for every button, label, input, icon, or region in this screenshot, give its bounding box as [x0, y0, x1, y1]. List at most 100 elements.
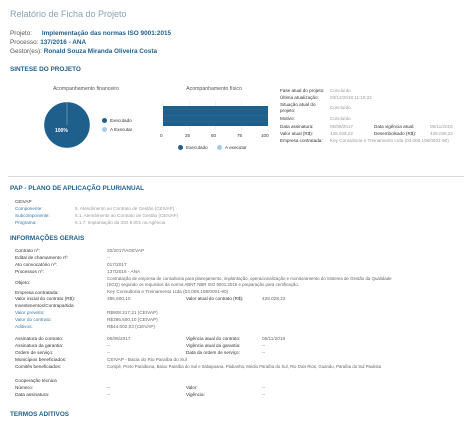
- valor-previsto-value: R$908.317,21 (CEIVAP): [107, 310, 158, 315]
- vigencia-garantia-label: Vigência atual da garantia:: [186, 343, 241, 348]
- fisico-legend: Executado A executar: [178, 145, 247, 151]
- project-value: Implementação das normas ISO 9001:2015: [41, 30, 172, 37]
- componente-value: 5. Atendimento ao Contrato de Gestão (CE…: [75, 206, 175, 211]
- bar-stripe: [163, 121, 268, 122]
- municipios-label: Municípios beneficiados:: [15, 357, 67, 362]
- processos-value: 137/2016 - ANA: [107, 269, 141, 274]
- status-label: Data vigência atual:: [374, 124, 415, 129]
- vigencia-value: 05/11/2018: [262, 336, 286, 341]
- assinatura-garantia-value: --: [107, 343, 111, 348]
- data-assinatura-value: --: [107, 392, 111, 397]
- empresa-label: Empresa contratada:: [15, 290, 59, 295]
- ordem-value: --: [107, 350, 111, 355]
- fisico-bar-chart: [160, 101, 272, 131]
- numero-label: Número:: [15, 385, 33, 390]
- assinatura-label: Assinatura do contrato:: [15, 336, 64, 341]
- tick-label: 50: [211, 133, 217, 138]
- invest-title: Investimentos/Contrapartida: [15, 303, 74, 308]
- status-label: Valor atual (R$):: [280, 131, 314, 136]
- aditivos-label: Aditivos:: [15, 324, 33, 329]
- numero-value: --: [107, 385, 111, 390]
- project-label: Projeto:: [10, 30, 33, 37]
- ato-label: Ato convocatório nº:: [15, 262, 57, 267]
- page-title: Relatório de Ficha do Projeto: [10, 9, 127, 19]
- manager-row: Gestor(es): Ronald Souza Miranda Oliveir…: [10, 48, 157, 55]
- status-value: 06/06/2017: [330, 124, 353, 129]
- process-label: Processo:: [10, 39, 39, 46]
- status-label: Desembolsado (R$):: [374, 131, 417, 136]
- bar-stripe: [163, 115, 268, 116]
- programa-label: Programa:: [15, 220, 37, 225]
- objeto-label: Objeto:: [15, 280, 31, 285]
- edital-label: Edital de chamamento nº:: [15, 255, 69, 260]
- bar-stripe: [163, 109, 268, 110]
- financeiro-title: Acompanhamento financeiro: [52, 86, 120, 92]
- contrato-value: 20/2017/AGEVAP: [107, 248, 145, 253]
- fisico-title: Acompanhamento físico: [186, 86, 242, 92]
- status-value: 03/12/2018 11:18:22: [330, 95, 372, 100]
- section-title-sintese: SINTESE DO PROJETO: [10, 66, 81, 73]
- assinatura-garantia-label: Assinatura da garantia:: [15, 343, 64, 348]
- ordem-label: Ordem de serviço:: [15, 350, 54, 355]
- valor-inicial-label: Valor inicial do contrato (R$):: [15, 296, 76, 301]
- processos-label: Processos nº:: [15, 269, 44, 274]
- tick-label: 100: [261, 133, 269, 138]
- tick-label: 0: [160, 133, 163, 138]
- valor-atual-value: 428.028,22: [262, 296, 286, 301]
- status-value: 428.028,22: [430, 131, 453, 136]
- status-value: 05/11/2018: [430, 124, 453, 129]
- data-assinatura-label: Data assinatura:: [15, 392, 50, 397]
- contrato-label: Contrato nº:: [15, 248, 40, 253]
- assinatura-value: 06/06/2017: [107, 336, 131, 341]
- section-title-info: INFORMAÇÕES GERAIS: [10, 235, 85, 242]
- coop-title: Cooperação técnica: [15, 378, 57, 383]
- section-title-pap: PAP - PLANO DE APLICAÇÃO PLURIANUAL: [10, 185, 145, 192]
- componente-label: Componente:: [15, 206, 43, 211]
- status-label: Fase atual do projeto:: [280, 88, 325, 93]
- pap-unit: CEIVAP: [15, 199, 32, 204]
- vigencia2-label: Vigência:: [186, 392, 205, 397]
- edital-value: --: [107, 255, 111, 260]
- status-value: Concluído: [330, 116, 351, 121]
- subcomponente-label: Subcomponente:: [15, 213, 50, 218]
- status-value: 428.028,22: [330, 131, 353, 136]
- legend-executado: Executado: [102, 118, 132, 124]
- financeiro-pie-chart: 100%: [42, 100, 92, 150]
- process-row: Processo: 137/2016 - ANA: [10, 39, 86, 46]
- valor-atual-label: Valor atual do contrato (R$):: [186, 296, 244, 301]
- status-value: Concluído: [330, 105, 351, 110]
- ato-value: 017/2017: [107, 262, 127, 267]
- manager-label: Gestor(es):: [10, 48, 42, 55]
- empresa-value: Key Consultoria e Treinamento Ltda (03.0…: [107, 289, 229, 294]
- vigencia-label: Vigência atual do contrato:: [186, 336, 241, 341]
- status-label: Situação atual do projeto:: [280, 102, 316, 113]
- valor-previsto-label: Valor previsto:: [15, 310, 45, 315]
- valor-value: --: [262, 385, 266, 390]
- programa-value: 5.1.7. Implantação da ISO 9.001 na Agênc…: [75, 220, 166, 225]
- tick-label: 75: [237, 133, 243, 138]
- process-value: 137/2016 - ANA: [40, 39, 87, 46]
- comites-label: Comitês beneficiados:: [15, 364, 62, 369]
- valor-contrato-value: R$386.600,10 (CEIVAP): [107, 317, 158, 322]
- status-label: Última atualização:: [280, 95, 319, 100]
- status-value: Concluído: [330, 88, 351, 93]
- status-label: Empresa contratada:: [280, 138, 323, 143]
- municipios-value: CEIVAP - Bacia do Rio Paraíba do Sul: [107, 357, 187, 362]
- tick-label: 25: [185, 133, 191, 138]
- vigencia2-value: --: [262, 392, 266, 397]
- vigencia-garantia-value: --: [262, 343, 266, 348]
- comites-value: Compê, Preto Paraibuna, Baixo Paraíba do…: [107, 364, 381, 369]
- valor-contrato-label: Valor do contrato:: [15, 317, 52, 322]
- section-title-termos: TERMOS ADITIVOS: [10, 411, 70, 418]
- manager-value: Ronald Souza Miranda Oliveira Costa: [43, 48, 158, 55]
- divider: [8, 176, 464, 177]
- valor-label: Valor:: [186, 385, 198, 390]
- fisico-legend-executado: Executado: [186, 145, 208, 150]
- status-label: Motivo:: [280, 116, 295, 121]
- pie-label: 100%: [55, 128, 68, 134]
- fisico-legend-a-executar: A executar: [225, 145, 247, 150]
- status-value: Key Consultoria e Treinamento Ltda (03.0…: [330, 138, 449, 143]
- legend-a-executar: A Executar: [102, 127, 132, 133]
- objeto-value-2: (SGQ) segundo os requisitos da norma ABN…: [107, 282, 299, 287]
- legend-dot-executado: [102, 118, 107, 124]
